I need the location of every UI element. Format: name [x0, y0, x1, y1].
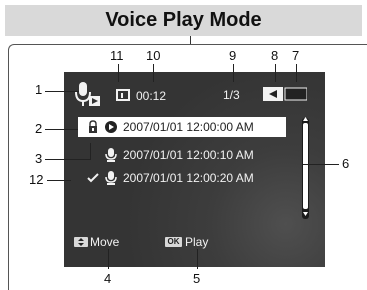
scroll-thumb[interactable]: [303, 123, 308, 209]
page-indicator: 1/3: [223, 88, 240, 102]
leader-2: [45, 129, 78, 130]
callout-12: 12: [29, 172, 44, 187]
leader-4: [108, 249, 109, 269]
callout-8: 8: [271, 48, 279, 63]
microphone-icon: [105, 148, 117, 162]
leader-8: [275, 64, 276, 82]
page-title: Voice Play Mode: [105, 9, 262, 31]
leader-6: [303, 164, 339, 165]
leader-11: [118, 64, 119, 82]
leader-3: [45, 159, 90, 160]
callout-4: 4: [104, 271, 112, 286]
callout-6: 6: [342, 156, 350, 171]
list-item-3[interactable]: 2007/01/01 12:00:20 AM: [77, 169, 286, 187]
microphone-icon: [105, 171, 117, 185]
leader-7: [296, 64, 297, 82]
scroll-down-icon: [303, 212, 308, 216]
ok-button-chip: OK: [165, 237, 182, 247]
callout-2: 2: [35, 121, 43, 136]
leader-12: [47, 180, 71, 181]
callout-3: 3: [35, 151, 43, 166]
callout-11: 11: [110, 48, 124, 63]
leader-5: [197, 249, 198, 269]
leader-10: [153, 64, 154, 82]
elapsed-time: 00:12: [136, 89, 167, 103]
callout-1: 1: [35, 82, 43, 97]
file-datetime: 2007/01/01 12:00:00 AM: [123, 120, 254, 134]
leader-3-vertical: [90, 143, 91, 160]
title-connector-line: [190, 36, 191, 44]
battery-icon: [263, 87, 307, 101]
lcd-screen: 00:12 1/3 2007/01/01 12:00:00 AM 2007/01…: [64, 72, 325, 267]
list-item-2[interactable]: 2007/01/01 12:00:10 AM: [77, 146, 286, 164]
list-item-1[interactable]: 2007/01/01 12:00:00 AM: [78, 117, 286, 137]
memory-card-icon: [116, 89, 130, 101]
callout-7: 7: [292, 48, 300, 63]
file-datetime: 2007/01/01 12:00:20 AM: [123, 171, 254, 185]
file-datetime: 2007/01/01 12:00:10 AM: [123, 148, 254, 162]
lock-icon: [89, 120, 97, 133]
voice-play-mode-icon: [75, 82, 100, 106]
move-guide-label: Move: [90, 235, 120, 249]
callout-5: 5: [193, 271, 201, 286]
play-guide-label: Play: [185, 235, 209, 249]
callout-9: 9: [229, 48, 237, 63]
scrollbar[interactable]: [302, 117, 309, 219]
leader-1: [45, 91, 79, 92]
play-icon: [105, 121, 117, 133]
joystick-icon: [74, 237, 88, 247]
callout-10: 10: [146, 48, 161, 63]
scroll-up-icon: [303, 117, 308, 121]
leader-9: [233, 64, 234, 82]
title-bar: Voice Play Mode: [5, 5, 362, 36]
check-icon: [87, 173, 99, 183]
